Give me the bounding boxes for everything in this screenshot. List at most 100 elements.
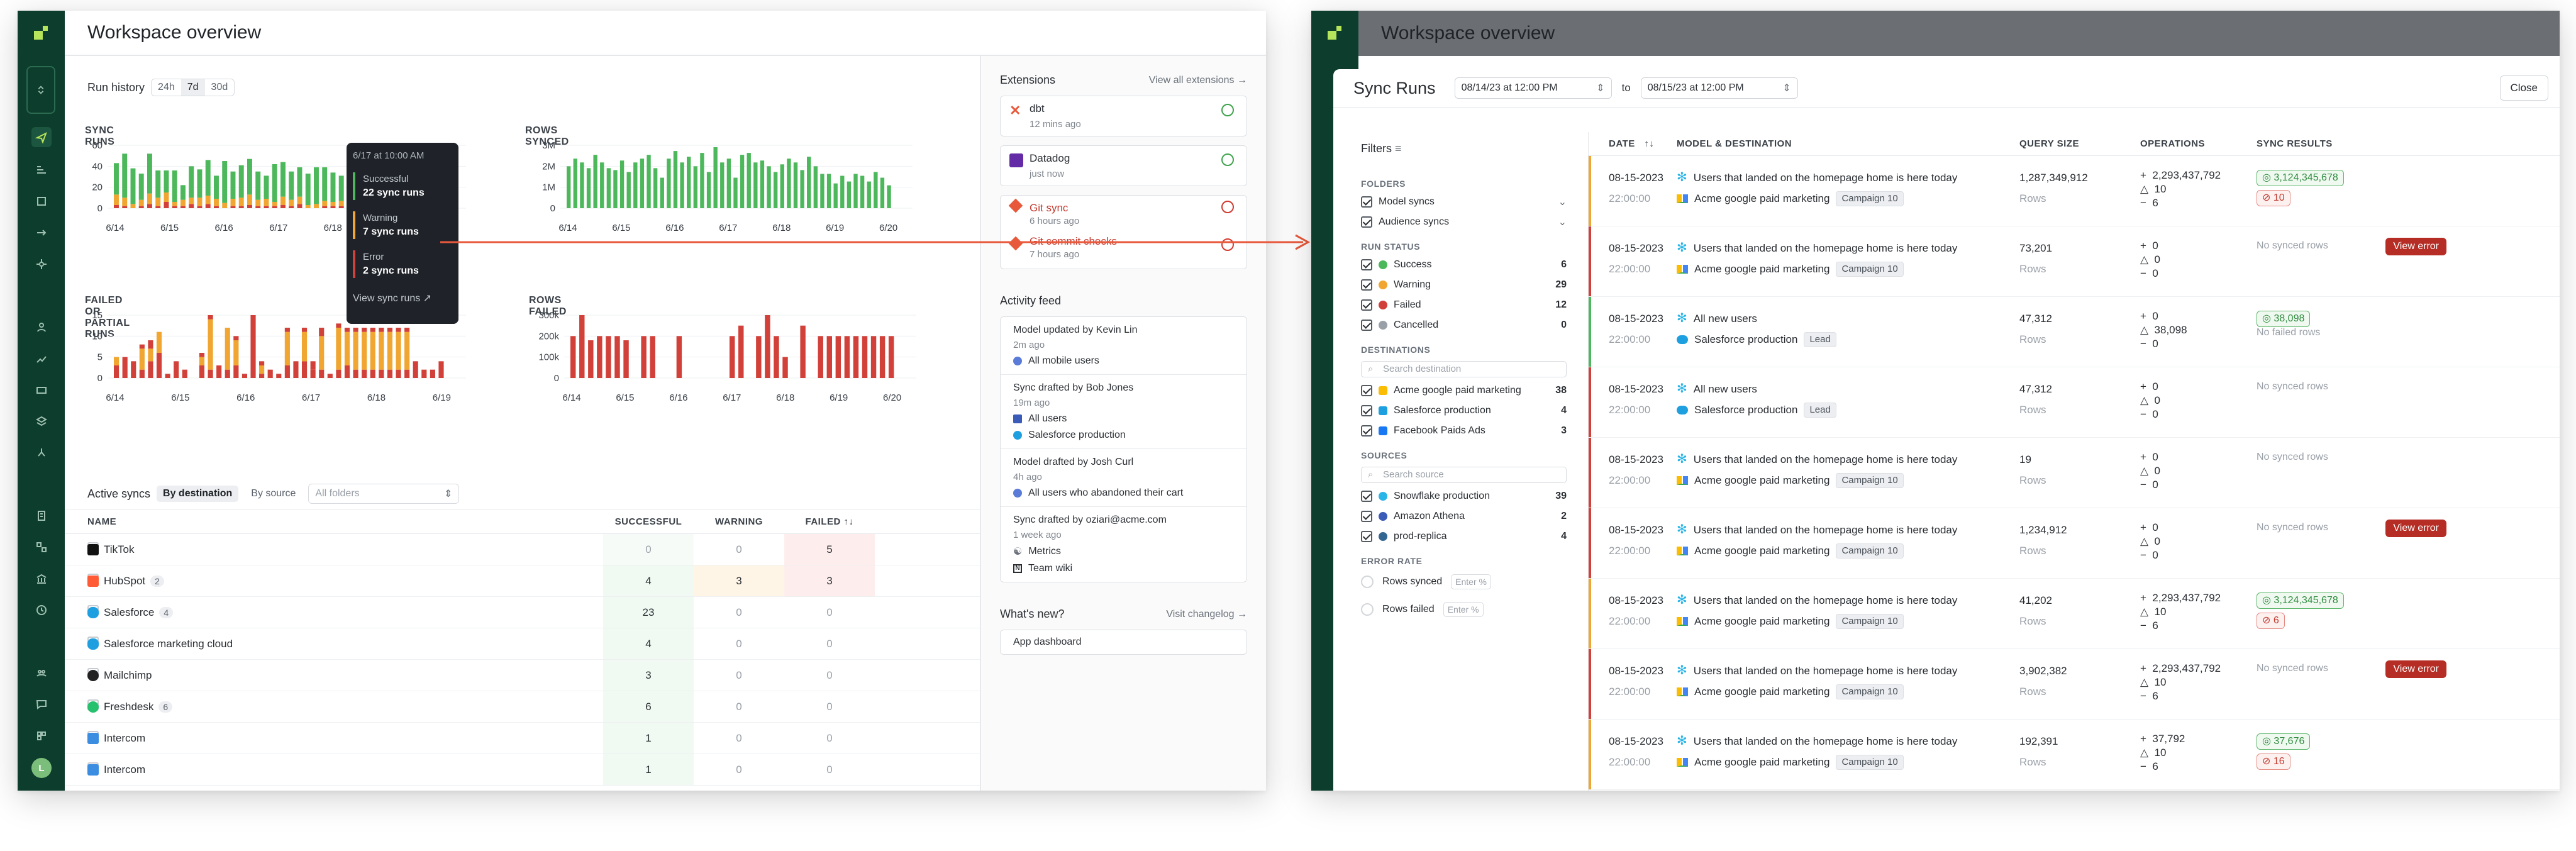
nav-docs-icon[interactable] xyxy=(31,506,52,526)
bar[interactable] xyxy=(767,166,771,208)
bar-failed[interactable] xyxy=(370,328,375,332)
bar[interactable] xyxy=(740,155,745,208)
bar-failed[interactable] xyxy=(310,361,316,370)
bar-warning[interactable] xyxy=(156,331,162,353)
failed-rows-pill[interactable]: ⊘ 6 xyxy=(2257,613,2285,629)
bar-failed[interactable] xyxy=(172,206,177,208)
bar-failed[interactable] xyxy=(247,205,252,208)
destination-name[interactable]: Acme google paid marketing xyxy=(1694,540,1829,561)
failed-count[interactable]: 0 xyxy=(826,764,832,776)
bar-success[interactable] xyxy=(214,175,219,199)
checkbox[interactable] xyxy=(1361,196,1372,208)
bar-failed[interactable] xyxy=(139,369,145,378)
nav-analytics-icon[interactable] xyxy=(31,348,52,369)
destination-name[interactable]: Acme google paid marketing xyxy=(1694,259,1829,279)
failed-count[interactable]: 0 xyxy=(826,732,832,745)
bar[interactable] xyxy=(726,159,731,208)
bar-failed[interactable] xyxy=(379,369,384,378)
nav-people-icon[interactable] xyxy=(31,317,52,337)
bar-failed[interactable] xyxy=(199,365,205,378)
bar[interactable] xyxy=(647,155,651,208)
range-30d[interactable]: 30d xyxy=(205,79,235,96)
bar-warning[interactable] xyxy=(396,331,401,370)
bar[interactable] xyxy=(579,315,585,378)
bar-failed[interactable] xyxy=(362,328,367,332)
bar-warning[interactable] xyxy=(297,196,303,204)
bar-failed[interactable] xyxy=(225,369,230,378)
bar-failed[interactable] xyxy=(404,328,410,332)
bar-failed[interactable] xyxy=(293,361,299,365)
nav-clock-icon[interactable] xyxy=(31,600,52,620)
bar-success[interactable] xyxy=(330,172,336,202)
filter-option[interactable]: Audience syncs ⌄ xyxy=(1361,215,1567,229)
warning-count[interactable]: 0 xyxy=(736,669,741,682)
bar[interactable] xyxy=(573,159,577,208)
bar-failed[interactable] xyxy=(238,206,244,208)
bar-success[interactable] xyxy=(222,161,228,203)
warning-count[interactable]: 0 xyxy=(736,732,741,745)
bar[interactable] xyxy=(867,181,871,208)
filters-header[interactable]: Filters ≡ xyxy=(1361,142,1402,155)
model-name[interactable]: Users that landed on the homepage home i… xyxy=(1694,660,1958,681)
bar-warning[interactable] xyxy=(247,194,252,205)
synced-rows-pill[interactable]: ◎ 3,124,345,678 xyxy=(2257,170,2344,186)
bar[interactable] xyxy=(870,336,877,378)
destination-name[interactable]: Acme google paid marketing xyxy=(1694,188,1829,209)
bar-warning[interactable] xyxy=(233,340,239,365)
bar-success[interactable] xyxy=(297,167,303,197)
model-name[interactable]: All new users xyxy=(1694,379,1757,399)
bar-success[interactable] xyxy=(180,185,186,200)
bar-warning[interactable] xyxy=(362,331,367,370)
activity-item[interactable]: Model updated by Kevin Lin 2m ago All mobi… xyxy=(1001,317,1246,375)
successful-count[interactable]: 1 xyxy=(645,764,651,776)
nav-audiences-icon[interactable] xyxy=(31,254,52,274)
synced-rows-pill[interactable]: ◎ 38,098 xyxy=(2257,311,2311,327)
bar-warning[interactable] xyxy=(230,199,236,206)
bar-warning[interactable] xyxy=(197,197,203,206)
to-date-input[interactable]: 08/15/23 at 12:00 PM ⇕ xyxy=(1640,77,1798,99)
filter-option[interactable]: Snowflake production 39 xyxy=(1361,489,1567,503)
bar[interactable] xyxy=(826,336,832,378)
failed-rows-pill[interactable]: ⊘ 10 xyxy=(2257,190,2290,206)
bar-success[interactable] xyxy=(138,174,144,200)
bar[interactable] xyxy=(888,336,894,378)
nav-apps-icon[interactable] xyxy=(31,726,52,746)
bar[interactable] xyxy=(713,147,718,208)
bar-failed[interactable] xyxy=(284,328,290,332)
nav-cards-icon[interactable] xyxy=(31,380,52,400)
bar-warning[interactable] xyxy=(238,197,244,206)
view-error-button[interactable]: View error xyxy=(2385,520,2446,537)
bar[interactable] xyxy=(588,340,594,378)
failed-count[interactable]: 0 xyxy=(826,701,832,713)
table-row[interactable]: 08-15-2023 22:00:00 ✻ Users that landed on… xyxy=(1589,579,2560,649)
bar-failed[interactable] xyxy=(379,328,384,332)
bar[interactable] xyxy=(693,166,697,208)
bar-success[interactable] xyxy=(272,164,277,202)
activity-item[interactable]: Sync drafted by Bob Jones 19m ago All user… xyxy=(1001,375,1246,449)
destination-name[interactable]: Acme google paid marketing xyxy=(1694,611,1829,631)
nav-grid-icon[interactable] xyxy=(31,537,52,557)
bar-warning[interactable] xyxy=(114,357,119,365)
warning-count[interactable]: 0 xyxy=(736,701,741,713)
filter-option[interactable]: Amazon Athena 2 xyxy=(1361,509,1567,523)
bar[interactable] xyxy=(667,159,671,208)
bar[interactable] xyxy=(700,153,704,208)
bar-failed[interactable] xyxy=(208,369,213,378)
filter-option[interactable]: prod-replica 4 xyxy=(1361,530,1567,543)
bar-failed[interactable] xyxy=(322,206,328,208)
bar-warning[interactable] xyxy=(264,199,269,206)
filter-option[interactable]: Salesforce production 4 xyxy=(1361,404,1567,418)
bar-failed[interactable] xyxy=(280,205,286,208)
checkbox[interactable] xyxy=(1361,425,1372,437)
bar-failed[interactable] xyxy=(413,361,418,378)
table-row[interactable]: 08-15-2023 22:00:00 ✻ Users that landed on… xyxy=(1589,438,2560,508)
col-name[interactable]: NAME xyxy=(87,516,603,527)
bar-failed[interactable] xyxy=(319,369,325,378)
table-row[interactable]: Salesforce 4 23 0 0 xyxy=(65,597,980,628)
bar-warning[interactable] xyxy=(222,203,228,208)
bar[interactable] xyxy=(626,172,631,208)
checkbox[interactable] xyxy=(1361,405,1372,416)
bar-failed[interactable] xyxy=(139,344,145,349)
tab-by-source[interactable]: By source xyxy=(245,486,302,502)
table-row[interactable]: 08-15-2023 22:00:00 ✻ Users that landed on… xyxy=(1589,156,2560,226)
